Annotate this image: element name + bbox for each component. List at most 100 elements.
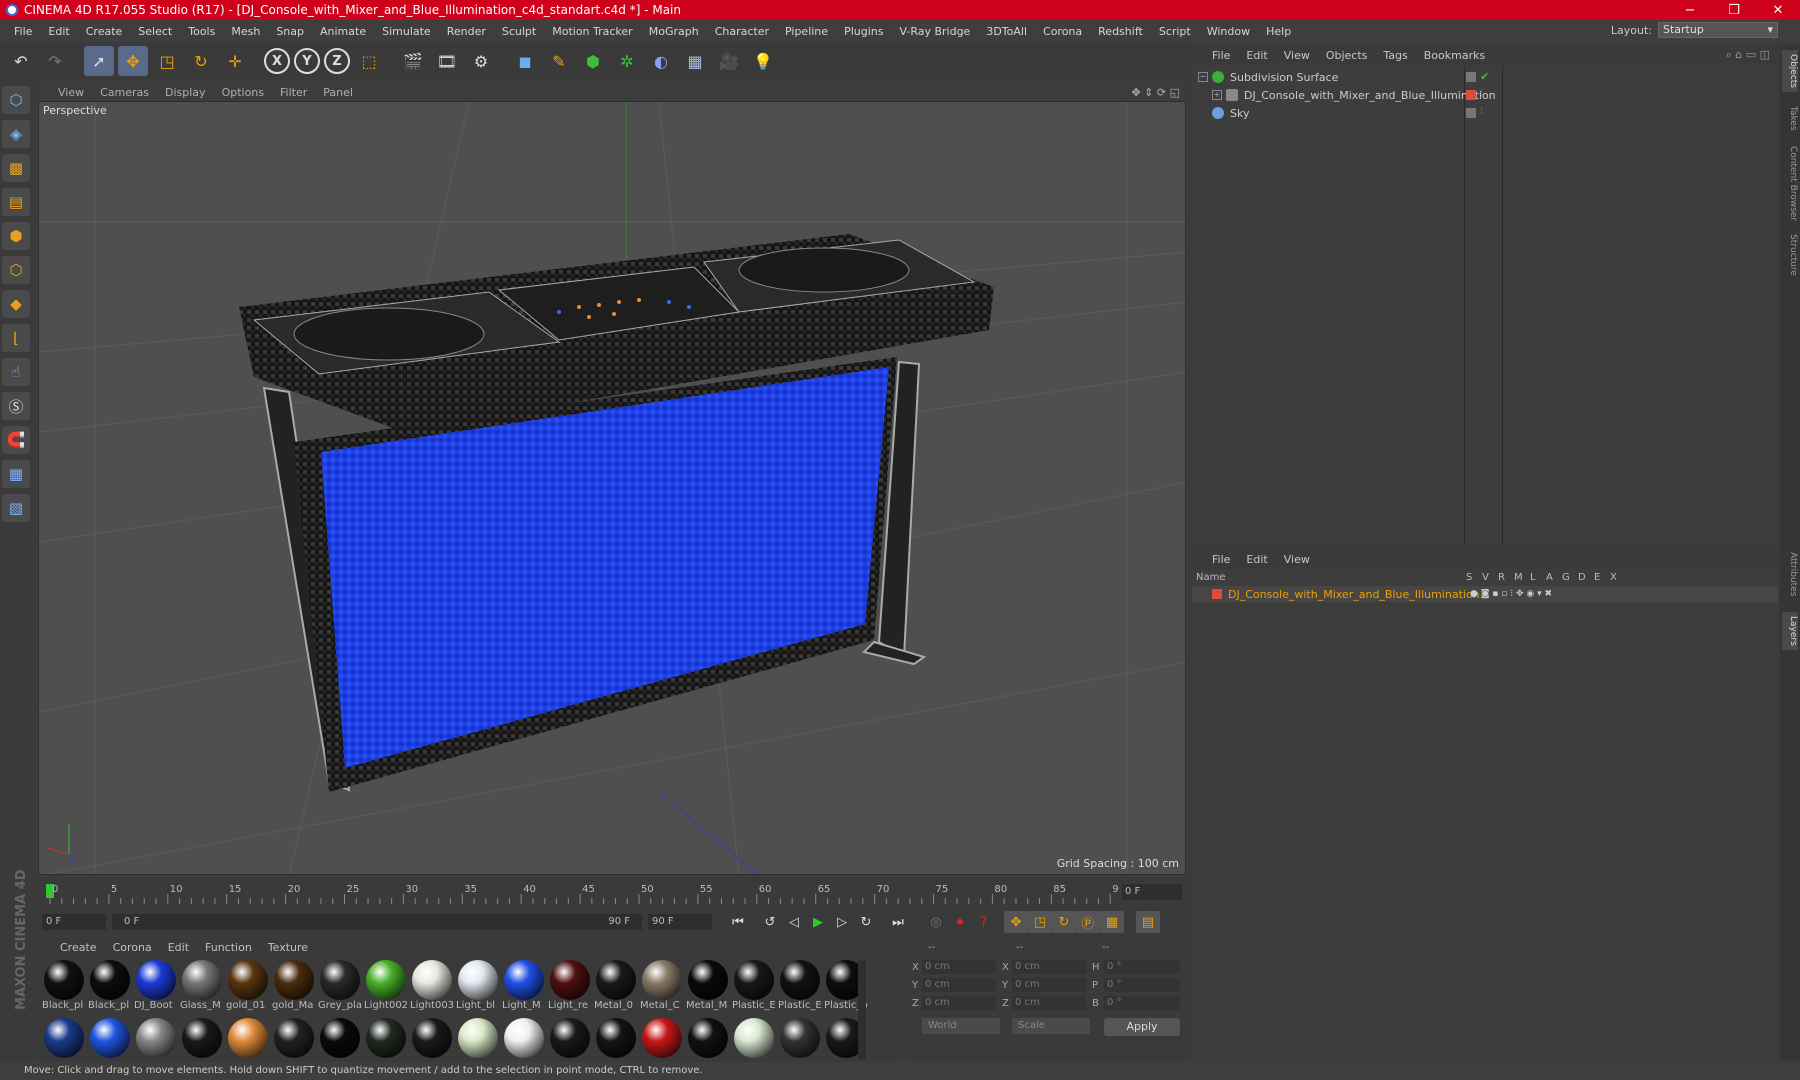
frame-range-slider[interactable]: 0 F 90 F [112, 914, 642, 930]
mograph-cloner-icon[interactable]: ✲ [612, 46, 642, 76]
layer-color-swatch[interactable] [1466, 90, 1476, 100]
menu-tools[interactable]: Tools [180, 25, 223, 38]
y-axis-lock-icon[interactable]: Y [294, 48, 320, 74]
expand-icon[interactable]: + [1212, 90, 1222, 100]
viewport-menu-display[interactable]: Display [165, 86, 206, 99]
apply-button[interactable]: Apply [1104, 1018, 1180, 1036]
model-mode-icon[interactable]: ◈ [2, 120, 30, 148]
transform-tool-icon[interactable]: ✛ [220, 46, 250, 76]
rotate-tool-icon[interactable]: ↻ [186, 46, 216, 76]
material-menu-edit[interactable]: Edit [168, 941, 189, 954]
material-swatch[interactable]: Light_re [548, 960, 592, 1012]
col-deformers[interactable]: D [1578, 572, 1586, 583]
material-swatch[interactable]: Light_M [502, 960, 546, 1012]
minimize-button[interactable]: − [1668, 3, 1712, 18]
coord-rot-b-field[interactable]: 0 ° [1104, 996, 1180, 1010]
menu-simulate[interactable]: Simulate [374, 25, 439, 38]
menu-script[interactable]: Script [1151, 25, 1199, 38]
menu-3dtoall[interactable]: 3DToAll [978, 25, 1035, 38]
perspective-viewport[interactable]: Perspective Grid Spacing : 100 cm [38, 101, 1186, 875]
layout-dropdown[interactable]: Startup [1658, 22, 1778, 38]
planar-workplane-icon[interactable]: ▧ [2, 494, 30, 522]
material-swatch[interactable]: DJ_Boot [134, 960, 178, 1012]
col-render[interactable]: R [1498, 572, 1505, 583]
material-swatch[interactable]: Light_bl [456, 960, 500, 1012]
tab-objects[interactable]: Objects [1782, 50, 1798, 93]
viewport-menu-panel[interactable]: Panel [323, 86, 353, 99]
material-swatch[interactable]: Glass_M [180, 960, 224, 1012]
menu-window[interactable]: Window [1199, 25, 1258, 38]
solo-mode-icon[interactable]: Ⓢ [2, 392, 30, 420]
material-scrollbar[interactable] [858, 960, 866, 1060]
x-axis-lock-icon[interactable]: X [264, 48, 290, 74]
material-swatch[interactable]: Metal_C [640, 960, 684, 1012]
maximize-button[interactable]: ❐ [1712, 3, 1756, 18]
col-generators[interactable]: G [1562, 572, 1570, 583]
enabled-check-icon[interactable]: ✔ [1480, 70, 1490, 83]
key-rotation-icon[interactable]: ↻ [1052, 911, 1076, 933]
lock-workplane-icon[interactable]: ▦ [2, 460, 30, 488]
close-button[interactable]: ✕ [1756, 3, 1800, 18]
col-solo[interactable]: S [1466, 572, 1472, 583]
cube-primitive-icon[interactable]: ◼ [510, 46, 540, 76]
menu-plugins[interactable]: Plugins [836, 25, 891, 38]
menu-redshift[interactable]: Redshift [1090, 25, 1151, 38]
undo-icon[interactable]: ↶ [6, 46, 36, 76]
scale-tool-icon[interactable]: ◳ [152, 46, 182, 76]
menu-create[interactable]: Create [78, 25, 131, 38]
material-swatch[interactable]: Grey_pla [318, 960, 362, 1012]
menu-snap[interactable]: Snap [268, 25, 312, 38]
menu-help[interactable]: Help [1258, 25, 1299, 38]
layer-menu-view[interactable]: View [1284, 553, 1310, 566]
col-manager[interactable]: M [1514, 572, 1523, 583]
editor-visibility-icon[interactable] [1466, 108, 1476, 118]
object-menu-view[interactable]: View [1284, 49, 1310, 62]
coord-size-y-field[interactable]: 0 cm [1012, 978, 1086, 992]
redo-icon[interactable]: ↷ [40, 46, 70, 76]
layer-menu-edit[interactable]: Edit [1246, 553, 1267, 566]
material-menu-texture[interactable]: Texture [268, 941, 308, 954]
object-menu-objects[interactable]: Objects [1326, 49, 1368, 62]
col-view[interactable]: V [1482, 572, 1489, 583]
key-scale-icon[interactable]: ◳ [1028, 911, 1052, 933]
visibility-dots-icon[interactable]: ⁝ [1480, 88, 1490, 99]
material-swatch[interactable]: Light003 [410, 960, 454, 1012]
material-swatch[interactable]: Black_pl [88, 960, 132, 1012]
axis-mode-icon[interactable]: ⌊ [2, 324, 30, 352]
material-swatch[interactable]: gold_01 [226, 960, 270, 1012]
layer-menu-file[interactable]: File [1212, 553, 1230, 566]
menu-pipeline[interactable]: Pipeline [777, 25, 836, 38]
points-mode-icon[interactable]: ⬢ [2, 222, 30, 250]
material-swatch[interactable]: Metal_0 [594, 960, 638, 1012]
material-swatch[interactable]: Black_pl [42, 960, 86, 1012]
material-swatch[interactable]: Metal_M [686, 960, 730, 1012]
key-pla-icon[interactable]: ▦ [1100, 911, 1124, 933]
next-key-icon[interactable]: ↻ [854, 911, 878, 933]
make-editable-icon[interactable]: ⬡ [2, 86, 30, 114]
viewport-menu-view[interactable]: View [58, 86, 84, 99]
go-to-start-icon[interactable]: ⏮ [726, 911, 750, 933]
z-axis-lock-icon[interactable]: Z [324, 48, 350, 74]
viewport-menu-cameras[interactable]: Cameras [100, 86, 149, 99]
autokey-icon[interactable]: ? [972, 911, 996, 933]
menu-select[interactable]: Select [130, 25, 180, 38]
layer-color-swatch[interactable] [1212, 589, 1222, 599]
material-menu-function[interactable]: Function [205, 941, 252, 954]
floor-scene-icon[interactable]: ▦ [680, 46, 710, 76]
object-menu-edit[interactable]: Edit [1246, 49, 1267, 62]
coord-pos-z-field[interactable]: 0 cm [922, 996, 996, 1010]
material-menu-create[interactable]: Create [60, 941, 97, 954]
viewport-menu-filter[interactable]: Filter [280, 86, 307, 99]
coord-mode-dropdown[interactable]: Scale [1012, 1018, 1090, 1034]
layer-row[interactable]: DJ_Console_with_Mixer_and_Blue_Illuminat… [1192, 586, 1778, 602]
coord-space-dropdown[interactable]: World [922, 1018, 1000, 1034]
object-search-icon[interactable]: ⌕ ⌂ ▭ ◫ [1726, 48, 1778, 62]
end-frame-field[interactable]: 90 F [648, 914, 712, 930]
object-menu-file[interactable]: File [1212, 49, 1230, 62]
menu-sculpt[interactable]: Sculpt [494, 25, 544, 38]
snapping-icon[interactable]: 🧲 [2, 426, 30, 454]
material-swatch[interactable]: Plastic_E [778, 960, 822, 1012]
coord-pos-y-field[interactable]: 0 cm [922, 978, 996, 992]
menu-mesh[interactable]: Mesh [223, 25, 268, 38]
record-active-icon[interactable]: ⏺ [948, 911, 972, 933]
